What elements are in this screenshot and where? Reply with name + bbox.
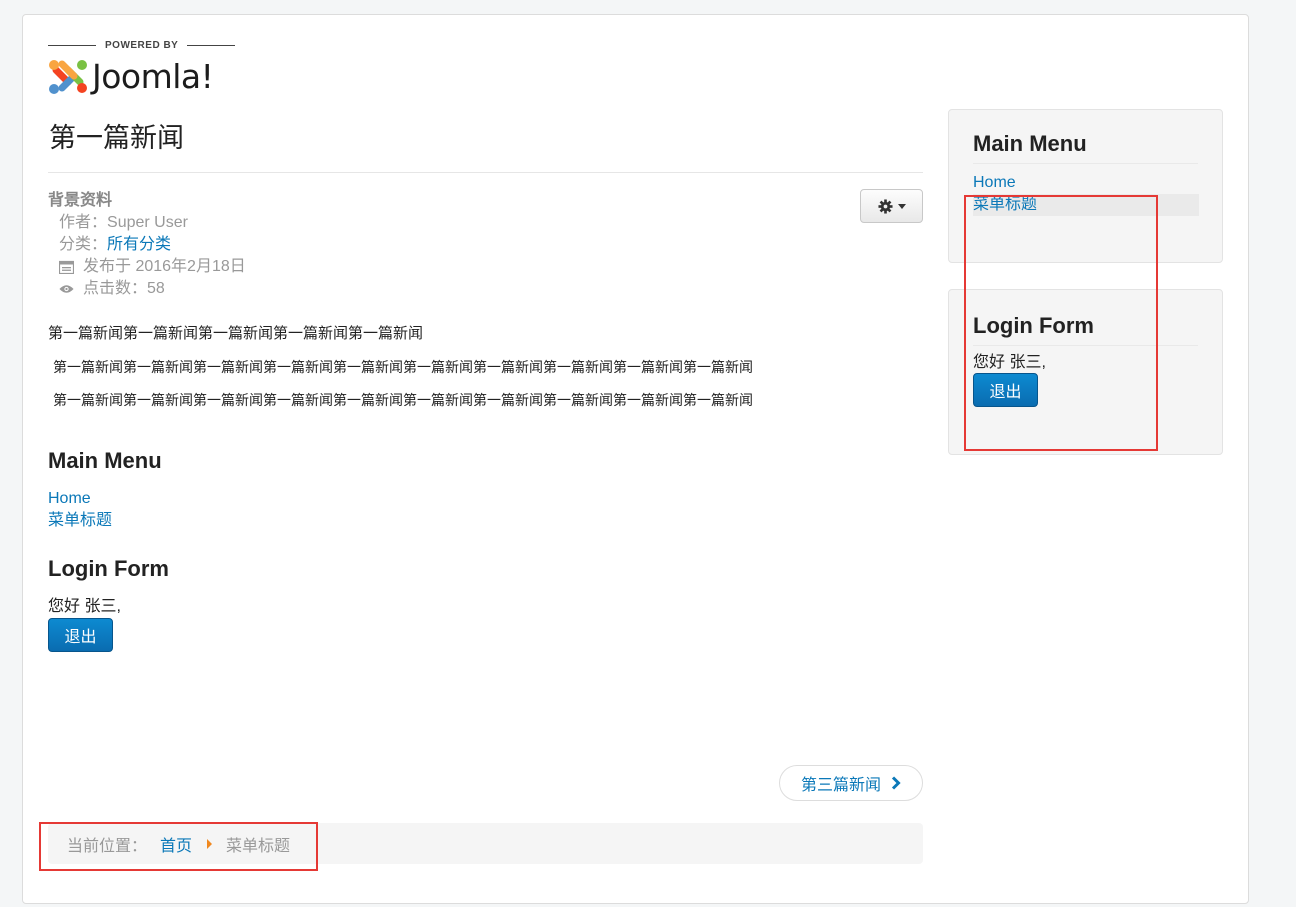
joomla-wordmark: Joomla! bbox=[92, 56, 214, 96]
category-link[interactable]: 所有分类 bbox=[107, 234, 171, 256]
sidebar-login-greeting: 您好 张三, bbox=[973, 354, 1046, 371]
main-menu-title: Main Menu bbox=[48, 448, 162, 473]
eye-icon bbox=[59, 282, 74, 296]
menu-item-menu-title[interactable]: 菜单标题 bbox=[48, 510, 923, 532]
article-paragraph: 第一篇新闻第一篇新闻第一篇新闻第一篇新闻第一篇新闻 bbox=[48, 325, 424, 342]
chevron-right-icon bbox=[891, 776, 901, 790]
chevron-down-icon bbox=[897, 203, 906, 209]
sidebar-menu-list: Home 菜单标题 bbox=[973, 172, 1199, 216]
main-menu-list: Home 菜单标题 bbox=[48, 488, 923, 532]
article-info: 背景资料 作者： Super User 分类： 所有分类 发布于 2016年2月… bbox=[48, 189, 923, 300]
joomla-logo[interactable]: POWERED BY Joomla! bbox=[48, 37, 248, 99]
sidebar-menu-item-home[interactable]: Home bbox=[973, 172, 1198, 194]
logout-button[interactable]: 退出 bbox=[48, 618, 113, 652]
next-article-label: 第三篇新闻 bbox=[800, 777, 881, 794]
article-hits: 点击数：58 bbox=[48, 278, 923, 300]
article-author: 作者： Super User bbox=[48, 212, 923, 234]
article-published: 发布于 2016年2月18日 bbox=[48, 256, 923, 278]
sidebar-main-menu-title: Main Menu bbox=[973, 131, 1198, 164]
category-label: 分类： bbox=[59, 236, 108, 253]
breadcrumb-current: 菜单标题 bbox=[226, 837, 291, 855]
article-paragraph: 第一篇新闻第一篇新闻第一篇新闻第一篇新闻第一篇新闻第一篇新闻第一篇新闻第一篇新闻… bbox=[53, 392, 753, 408]
article-tools-button[interactable] bbox=[860, 189, 923, 223]
article-title: 第一篇新闻 bbox=[48, 115, 923, 173]
breadcrumb-home-link[interactable]: 首页 bbox=[160, 832, 192, 856]
breadcrumb: 当前位置： 首页 菜单标题 bbox=[48, 823, 923, 864]
main-content: 第一篇新闻 背景资料 作者： Super User 分类： 所有分类 发布于 2… bbox=[48, 115, 923, 652]
published-date: 发布于 2016年2月18日 bbox=[83, 258, 246, 275]
article-info-title: 背景资料 bbox=[48, 192, 113, 209]
divider bbox=[48, 44, 96, 46]
login-form-title: Login Form bbox=[48, 556, 169, 581]
author-name: Super User bbox=[107, 214, 188, 231]
sidebar-login-form-title: Login Form bbox=[973, 313, 1198, 346]
article-category: 分类： 所有分类 bbox=[48, 234, 923, 256]
page-container: POWERED BY Joomla! 第一篇新闻 背景资料 作者： Super … bbox=[22, 14, 1249, 904]
login-greeting: 您好 张三, bbox=[48, 598, 121, 615]
sidebar-login-form-module: Login Form 您好 张三, 退出 bbox=[948, 289, 1223, 455]
article-body: 第一篇新闻第一篇新闻第一篇新闻第一篇新闻第一篇新闻 第一篇新闻第一篇新闻第一篇新… bbox=[48, 323, 923, 411]
article-paragraph: 第一篇新闻第一篇新闻第一篇新闻第一篇新闻第一篇新闻第一篇新闻第一篇新闻第一篇新闻… bbox=[53, 359, 753, 375]
powered-by-row: POWERED BY bbox=[48, 37, 248, 53]
menu-item-home[interactable]: Home bbox=[48, 488, 923, 510]
hits-count: 点击数：58 bbox=[83, 280, 165, 297]
sidebar-main-menu-module: Main Menu Home 菜单标题 bbox=[948, 109, 1223, 263]
gear-icon bbox=[877, 198, 893, 214]
logo-row: Joomla! bbox=[48, 56, 248, 96]
divider bbox=[187, 44, 236, 46]
sidebar-menu-item-menu-title[interactable]: 菜单标题 bbox=[973, 194, 1199, 216]
breadcrumb-label: 当前位置： bbox=[67, 837, 148, 855]
sidebar-logout-button[interactable]: 退出 bbox=[973, 373, 1038, 407]
next-article-button[interactable]: 第三篇新闻 bbox=[779, 765, 923, 801]
powered-by-text: POWERED BY bbox=[105, 39, 179, 51]
breadcrumb-separator-icon bbox=[207, 838, 213, 849]
calendar-icon bbox=[59, 260, 74, 274]
author-label: 作者： bbox=[59, 214, 108, 231]
joomla-mark-icon bbox=[49, 60, 87, 94]
